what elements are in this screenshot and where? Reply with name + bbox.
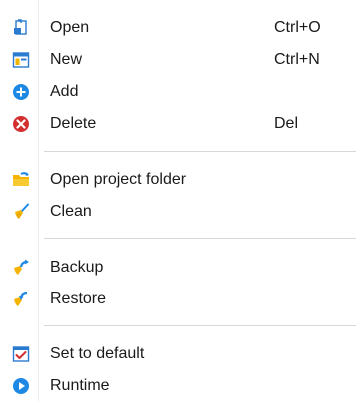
menu-item-set-to-default[interactable]: Set to default [0,339,359,369]
checklist-icon [12,345,30,363]
menu-item-clean[interactable]: Clean [0,197,359,227]
new-window-icon [12,51,30,69]
menu-separator [44,151,356,152]
menu-item-restore[interactable]: Restore [0,284,359,314]
delete-icon [12,115,30,133]
open-file-icon [12,19,30,37]
menu-item-new[interactable]: New Ctrl+N [0,45,359,75]
add-icon [12,83,30,101]
menu-item-label: New [50,51,83,68]
menu-item-backup[interactable]: Backup [0,253,359,283]
broom-icon [12,203,30,221]
menu-item-label: Runtime [50,377,110,394]
menu-item-label: Add [50,83,79,100]
menu-item-runtime[interactable]: Runtime [0,371,359,401]
menu-item-label: Restore [50,290,107,307]
menu-item-shortcut: Del [274,115,299,132]
play-icon [12,377,30,395]
menu-item-delete[interactable]: Delete Del [0,109,359,139]
context-menu: Open Ctrl+O New Ctrl+N Add Delete Del Op… [0,0,359,401]
restore-icon [12,290,30,308]
menu-item-shortcut: Ctrl+O [274,19,321,36]
menu-item-label: Delete [50,115,97,132]
folder-icon [12,171,30,189]
menu-item-label: Open [50,19,90,36]
menu-separator [44,325,356,326]
menu-item-add[interactable]: Add [0,77,359,107]
menu-item-label: Clean [50,203,92,220]
menu-item-label: Open project folder [50,171,187,188]
menu-item-label: Backup [50,259,104,276]
backup-icon [12,259,30,277]
menu-item-open-project-folder[interactable]: Open project folder [0,165,359,195]
menu-separator [44,238,356,239]
menu-item-shortcut: Ctrl+N [274,51,320,68]
menu-item-label: Set to default [50,345,145,362]
menu-item-open[interactable]: Open Ctrl+O [0,13,359,43]
